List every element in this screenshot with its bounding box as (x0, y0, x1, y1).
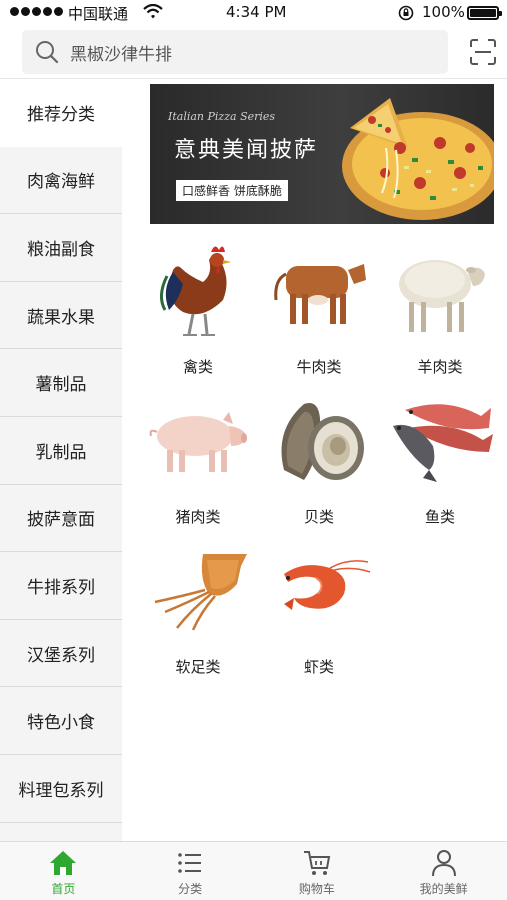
category-label: 牛肉类 (296, 358, 342, 376)
category-sidebar: 推荐分类 肉禽海鲜 粮油副食 蔬果水果 薯制品 乳制品 披萨意面 牛排系列 汉堡… (0, 79, 122, 841)
tab-label: 分类 (178, 882, 203, 896)
shrimp-icon (284, 560, 371, 610)
bottom-tab-bar: 首页 分类 购物车 我的美鲜 (0, 841, 507, 900)
chicken-icon (160, 246, 231, 336)
user-icon (431, 850, 456, 877)
wifi-icon (143, 4, 163, 19)
sidebar-item-pizza-pasta[interactable]: 披萨意面 (0, 484, 122, 553)
sidebar-item-steak[interactable]: 牛排系列 (0, 552, 122, 620)
category-label: 软足类 (175, 658, 221, 676)
tab-label: 首页 (51, 882, 76, 896)
list-icon (178, 853, 202, 873)
oyster-icon (281, 403, 364, 480)
category-shellfish[interactable]: 贝类 (259, 390, 379, 530)
category-fish[interactable]: 鱼类 (380, 390, 500, 530)
tab-category[interactable]: 分类 (127, 842, 254, 900)
tab-label: 我的美鲜 (419, 882, 468, 896)
rotation-lock-icon (398, 5, 414, 21)
promo-banner[interactable]: Italian Pizza Series 意典美闻披萨 口感鲜香 饼底酥脆 (150, 84, 494, 224)
category-shrimp[interactable]: 虾类 (259, 540, 379, 680)
home-icon (50, 851, 77, 875)
category-lamb[interactable]: 羊肉类 (380, 240, 500, 380)
tab-mine[interactable]: 我的美鲜 (380, 842, 507, 900)
tab-home[interactable]: 首页 (0, 842, 127, 900)
category-label: 虾类 (303, 658, 334, 676)
scan-icon[interactable] (469, 38, 497, 66)
sidebar-item-dairy[interactable]: 乳制品 (0, 416, 122, 485)
banner-script-text: Italian Pizza Series (168, 110, 276, 123)
search-icon (36, 41, 59, 64)
search-bar[interactable]: 黑椒沙律牛排 (22, 30, 448, 74)
category-beef[interactable]: 牛肉类 (259, 240, 379, 380)
sidebar-item-grain-oil[interactable]: 粮油副食 (0, 214, 122, 282)
signal-strength-icon (10, 7, 63, 16)
cow-icon (274, 264, 366, 324)
category-poultry[interactable]: 禽类 (138, 240, 258, 380)
tab-cart[interactable]: 购物车 (254, 842, 381, 900)
category-pork[interactable]: 猪肉类 (138, 390, 258, 530)
category-label: 贝类 (303, 508, 334, 526)
clock: 4:34 PM (226, 3, 287, 21)
pizza-image (342, 98, 494, 220)
category-label: 猪肉类 (175, 508, 221, 526)
banner-title: 意典美闻披萨 (174, 138, 319, 163)
search-input[interactable]: 黑椒沙律牛排 (70, 40, 172, 65)
category-label: 羊肉类 (417, 358, 463, 376)
pig-icon (149, 412, 247, 472)
sidebar-item-vegetables-fruits[interactable]: 蔬果水果 (0, 281, 122, 350)
sidebar-item-meal-kits[interactable]: 料理包系列 (0, 754, 122, 823)
sidebar-item-recommended[interactable]: 推荐分类 (0, 79, 122, 147)
squid-icon (154, 554, 247, 631)
sidebar-item-meat-seafood[interactable]: 肉禽海鲜 (0, 146, 122, 215)
sidebar-item-burger[interactable]: 汉堡系列 (0, 619, 122, 688)
sidebar-item-more[interactable] (0, 822, 122, 841)
sheep-icon (399, 260, 485, 332)
tab-label: 购物车 (298, 882, 335, 896)
battery-icon (467, 6, 502, 20)
battery-percent: 100% (422, 3, 465, 21)
cart-icon (303, 851, 331, 875)
category-label: 禽类 (182, 358, 213, 376)
category-cephalopods[interactable]: 软足类 (138, 540, 258, 680)
status-bar: 中国联通 4:34 PM 100% (0, 0, 507, 26)
fish-icon (393, 404, 493, 482)
carrier-name: 中国联通 (68, 5, 129, 23)
category-label: 鱼类 (424, 508, 455, 526)
sidebar-item-potato-products[interactable]: 薯制品 (0, 349, 122, 417)
sidebar-item-snacks[interactable]: 特色小食 (0, 687, 122, 755)
banner-tag: 口感鲜香 饼底酥脆 (176, 180, 288, 201)
